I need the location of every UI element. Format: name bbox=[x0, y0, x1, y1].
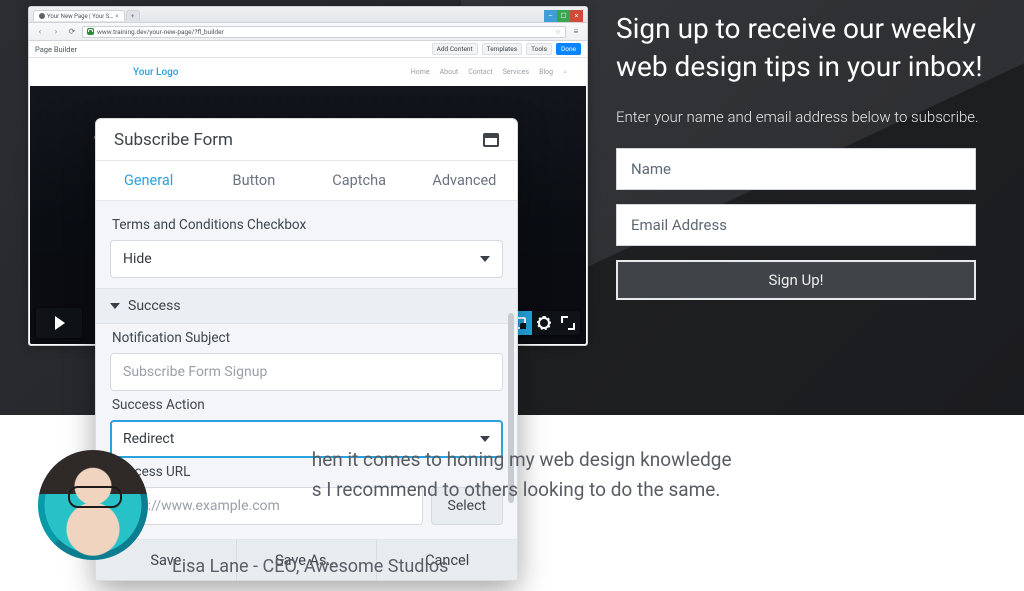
name-placeholder: Name bbox=[631, 160, 671, 178]
nav-services[interactable]: Services bbox=[503, 68, 529, 77]
tac-label: Terms and Conditions Checkbox bbox=[112, 217, 501, 233]
chevron-down-icon bbox=[110, 303, 120, 309]
signup-subheading: Enter your name and email address below … bbox=[616, 108, 996, 126]
site-nav: Home About Contact Services Blog ⌕ bbox=[411, 68, 575, 77]
name-input[interactable]: Name bbox=[616, 148, 976, 190]
window-titlebar: Your New Page | Your S… × + – ☐ × bbox=[29, 7, 587, 23]
nav-blog[interactable]: Blog bbox=[539, 68, 553, 77]
reload-icon[interactable]: ⟳ bbox=[66, 26, 78, 38]
play-button[interactable] bbox=[36, 308, 82, 338]
nav-back-icon[interactable]: ‹ bbox=[34, 26, 46, 38]
gear-icon[interactable] bbox=[532, 311, 556, 335]
tac-value: Hide bbox=[123, 251, 152, 267]
bookmark-icon[interactable]: ☆ bbox=[555, 28, 561, 36]
tab-title: Your New Page | Your S… bbox=[47, 13, 113, 20]
quote-line-2: s I recommend to others looking to do th… bbox=[312, 478, 721, 501]
signup-button-label: Sign Up! bbox=[769, 271, 824, 289]
maximize-button[interactable]: ☐ bbox=[557, 10, 570, 22]
address-bar: ‹ › ⟳ www.training.dev/your-new-page/?fl… bbox=[29, 23, 587, 41]
window-buttons: – ☐ × bbox=[544, 10, 583, 22]
browser-menu-icon[interactable]: ≡ bbox=[570, 26, 582, 38]
tab-captcha[interactable]: Captcha bbox=[307, 161, 412, 200]
page-builder-label: Page Builder bbox=[35, 45, 77, 54]
lock-icon bbox=[87, 28, 94, 35]
window-tabs: Your New Page | Your S… × + bbox=[33, 10, 140, 21]
fullscreen-icon[interactable] bbox=[556, 311, 580, 335]
subscribe-form-panel: Subscribe Form General Button Captcha Ad… bbox=[95, 118, 518, 581]
tab-button[interactable]: Button bbox=[201, 161, 306, 200]
testimonial-quote: ---------------------------- hen it come… bbox=[160, 445, 980, 506]
logo-text: Your Logo bbox=[133, 67, 178, 78]
nav-home[interactable]: Home bbox=[411, 68, 430, 77]
templates-button[interactable]: Templates bbox=[482, 43, 522, 55]
tab-general[interactable]: General bbox=[96, 161, 201, 200]
window-tab-active[interactable]: Your New Page | Your S… × bbox=[33, 10, 125, 21]
url-text: www.training.dev/your-new-page/?fl_build… bbox=[97, 28, 224, 36]
quote-line-1: hen it comes to honing my web design kno… bbox=[312, 448, 732, 471]
success-section-header[interactable]: Success bbox=[96, 288, 517, 324]
success-section-label: Success bbox=[128, 298, 181, 314]
tac-select[interactable]: Hide bbox=[110, 240, 503, 278]
window-close-button[interactable]: × bbox=[570, 10, 583, 22]
search-icon[interactable]: ⌕ bbox=[563, 68, 567, 77]
panel-body: Terms and Conditions Checkbox Hide Succe… bbox=[96, 201, 517, 580]
panel-maximize-icon[interactable] bbox=[483, 133, 499, 147]
notification-subject-placeholder: Subscribe Form Signup bbox=[123, 364, 267, 380]
nav-fwd-icon[interactable]: › bbox=[50, 26, 62, 38]
testimonial-attribution: Lisa Lane - CEO, Awesome Studios bbox=[172, 556, 448, 577]
done-button[interactable]: Done bbox=[556, 43, 581, 55]
notification-subject-input[interactable]: Subscribe Form Signup bbox=[110, 353, 503, 391]
chevron-down-icon bbox=[480, 436, 490, 442]
nav-contact[interactable]: Contact bbox=[468, 68, 492, 77]
window-tab-new[interactable]: + bbox=[126, 10, 140, 21]
notification-subject-label: Notification Subject bbox=[112, 330, 501, 346]
signup-heading: Sign up to receive our weekly web design… bbox=[616, 10, 996, 86]
email-placeholder: Email Address bbox=[631, 216, 727, 234]
signup-button[interactable]: Sign Up! bbox=[616, 260, 976, 300]
page-builder-bar: Page Builder Add Content Templates Tools… bbox=[29, 41, 587, 58]
close-icon[interactable]: × bbox=[115, 13, 118, 20]
nav-about[interactable]: About bbox=[440, 68, 459, 77]
add-content-button[interactable]: Add Content bbox=[432, 43, 478, 55]
play-icon bbox=[55, 316, 65, 330]
success-action-label: Success Action bbox=[112, 397, 501, 413]
avatar bbox=[38, 450, 148, 560]
minimize-button[interactable]: – bbox=[544, 10, 557, 22]
tab-advanced[interactable]: Advanced bbox=[412, 161, 517, 200]
panel-header: Subscribe Form bbox=[96, 119, 517, 161]
signup-block: Sign up to receive our weekly web design… bbox=[616, 0, 996, 300]
tools-button[interactable]: Tools bbox=[526, 43, 552, 55]
panel-title: Subscribe Form bbox=[114, 130, 233, 150]
site-header: Your Logo Home About Contact Services Bl… bbox=[29, 58, 587, 86]
chevron-down-icon bbox=[480, 256, 490, 262]
email-input[interactable]: Email Address bbox=[616, 204, 976, 246]
url-field[interactable]: www.training.dev/your-new-page/?fl_build… bbox=[82, 26, 566, 38]
panel-tabs: General Button Captcha Advanced bbox=[96, 161, 517, 201]
video-controls bbox=[508, 311, 580, 335]
